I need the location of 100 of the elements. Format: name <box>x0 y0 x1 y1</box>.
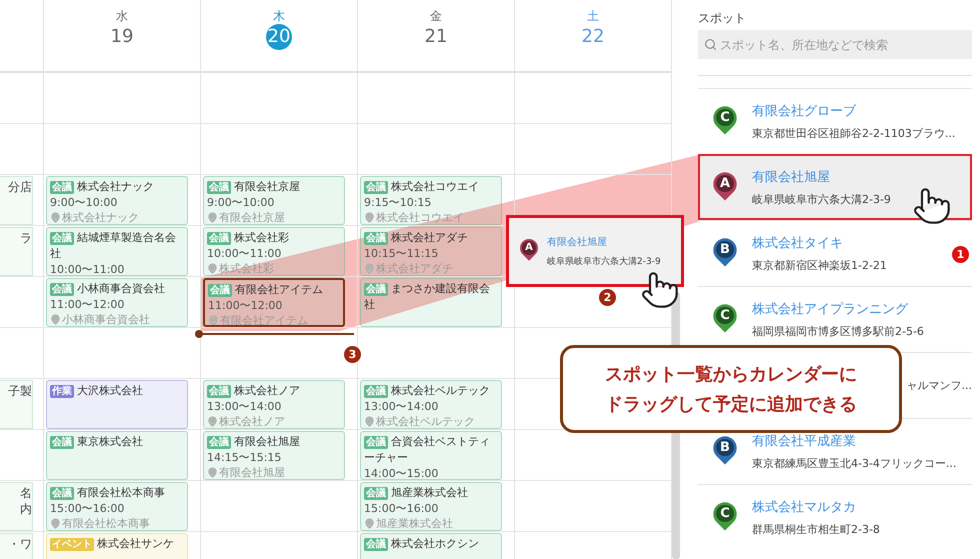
event-tag: 会議 <box>364 232 388 245</box>
event-location: 小林商事合資会社 <box>50 312 184 326</box>
event-location: 株式会社ベルテック <box>364 414 498 428</box>
weekday-label: 木 <box>273 8 285 24</box>
search-icon <box>704 38 717 51</box>
event-tag: 会議 <box>50 436 74 449</box>
map-pin-icon <box>207 416 218 427</box>
event-title: 会議 有限会社旭屋 <box>207 434 301 450</box>
event-time: 10:00〜11:00 <box>207 246 282 261</box>
map-pin-icon <box>207 467 218 478</box>
calendar-event[interactable]: イベント 株式会社サンケ <box>46 533 188 559</box>
map-pin-icon <box>207 263 218 274</box>
calendar-event[interactable]: 会議 有限会社旭屋 14:15〜15:15 有限会社旭屋 <box>203 431 345 480</box>
spot-address: 東京都世田谷区祖師谷2-2-1103ブラウ... <box>752 126 956 141</box>
event-tag: 会議 <box>207 181 231 194</box>
event-time: 11:00〜12:00 <box>208 298 284 313</box>
event-title: 会議 株式会社ノア <box>207 383 301 399</box>
event-tag: 会議 <box>364 436 388 449</box>
event-tag: 会議 <box>50 232 74 245</box>
map-pin-icon <box>364 416 375 427</box>
calendar-event[interactable]: 名 内 <box>0 482 33 531</box>
event-tag: 会議 <box>364 283 388 296</box>
calendar-event[interactable]: 会議 まつさか建設有限会社 <box>360 278 502 327</box>
calendar-event[interactable]: ラ <box>0 227 33 276</box>
date-number[interactable]: 19 <box>109 24 135 50</box>
calendar-event[interactable]: 会議 有限会社京屋 9:00〜10:00 有限会社京屋 <box>203 176 345 225</box>
event-tag: 会議 <box>50 283 74 296</box>
step-number: 3 <box>344 346 361 363</box>
calendar-event[interactable]: 会議 株式会社ナック 9:00〜10:00 株式会社ナック <box>46 176 188 225</box>
calendar-event[interactable]: 子製 <box>0 380 33 429</box>
event-title: 会議 有限会社松本商事 <box>50 485 166 501</box>
event-title: 会議 合資会社ベストティーチャー <box>364 434 491 466</box>
sidebar-title: スポット <box>698 10 747 27</box>
event-tag: 会議 <box>208 284 232 297</box>
event-title: 会議 株式会社彩 <box>207 230 290 246</box>
event-tag: 会議 <box>364 487 388 500</box>
calendar-event[interactable]: 分店 <box>0 176 33 225</box>
weekday-label: 水 <box>116 8 128 24</box>
event-title: 会議 東京株式会社 <box>50 434 144 450</box>
event-title: 会議 結城煙草製造合名会社 <box>50 230 177 262</box>
event-location: 株式会社アダチ <box>364 261 498 275</box>
map-pin-icon <box>364 263 375 274</box>
spot-item[interactable]: A 有限会社旭屋 岐阜県岐阜市六条大溝2-3-9 <box>698 154 972 220</box>
event-tag: イベント <box>50 538 94 551</box>
callout-text: ドラッグして予定に追加できる <box>605 393 857 416</box>
weekday-label: 土 <box>587 8 599 24</box>
event-location: 有限会社松本商事 <box>50 516 184 530</box>
event-time: 10:15〜11:15 <box>364 246 440 261</box>
event-time: 9:00〜10:00 <box>207 195 276 210</box>
calendar-event[interactable]: 会議 合資会社ベストティーチャー 14:00〜15:00 <box>360 431 502 480</box>
callout-text: スポット一覧からカレンダーに <box>605 363 857 386</box>
event-time: 9:15〜10:15 <box>364 195 432 210</box>
map-pin-icon <box>364 212 375 223</box>
calendar-event[interactable]: 作業 大沢株式会社 <box>46 380 188 429</box>
event-tag: 会議 <box>207 385 231 398</box>
calendar-event[interactable]: 会議 有限会社松本商事 15:00〜16:00 有限会社松本商事 <box>46 482 188 531</box>
map-pin-icon <box>364 518 375 529</box>
calendar-event[interactable]: 会議 東京株式会社 <box>46 431 188 480</box>
spot-address: 東京都練馬区豊玉北4-3-4フリックコー... <box>752 456 956 471</box>
calendar-event[interactable]: 会議 株式会社ベルテック 13:00〜14:00 株式会社ベルテック <box>360 380 502 429</box>
event-tag: 会議 <box>50 487 74 500</box>
event-title: 会議 株式会社ナック <box>50 179 155 195</box>
event-title: 会議 有限会社アイテム <box>208 282 324 298</box>
spot-address: 東京都新宿区神楽坂1-2-21 <box>752 258 887 273</box>
event-title: イベント 株式会社サンケ <box>50 536 175 552</box>
calendar-event[interactable]: ・ワ <box>0 533 33 559</box>
event-title: 会議 小林商事合資会社 <box>50 281 166 297</box>
event-title: 会議 株式会社ホクシン <box>364 536 480 552</box>
event-tag: 会議 <box>207 232 231 245</box>
event-title: 会議 まつさか建設有限会社 <box>364 281 491 313</box>
event-title: 会議 旭産業株式会社 <box>364 485 469 501</box>
calendar-event[interactable]: 会議 株式会社アダチ 10:15〜11:15 株式会社アダチ <box>360 227 502 276</box>
event-title: 会議 有限会社京屋 <box>207 179 301 195</box>
event-tag: 会議 <box>364 538 388 551</box>
map-pin-icon <box>50 518 61 529</box>
event-time: 10:00〜11:00 <box>50 262 126 275</box>
event-tag: 作業 <box>50 385 74 398</box>
spot-address: 群馬県桐生市相生町2-3-8 <box>752 522 880 537</box>
calendar-event[interactable]: 会議 小林商事合資会社 11:00〜12:00 小林商事合資会社 <box>46 278 188 327</box>
event-tag: 会議 <box>50 181 74 194</box>
date-number[interactable]: 21 <box>423 24 449 50</box>
event-tag: 会議 <box>364 181 388 194</box>
calendar-event[interactable]: 会議 旭産業株式会社 15:00〜16:00 旭産業株式会社 <box>360 482 502 531</box>
event-title: 作業 大沢株式会社 <box>50 383 144 399</box>
map-pin-icon <box>207 212 218 223</box>
calendar-event[interactable]: 会議 結城煙草製造合名会社 10:00〜11:00 <box>46 227 188 276</box>
search-field[interactable]: スポット名、所在地などで検索 <box>698 30 972 59</box>
event-time: 13:00〜14:00 <box>364 399 440 414</box>
event-location: 株式会社ノア <box>207 414 341 428</box>
map-pin-icon <box>208 315 219 325</box>
event-location: 株式会社ナック <box>50 210 184 224</box>
map-pin-icon <box>50 212 61 223</box>
dragged-spot-card[interactable]: A 有限会社旭屋 岐阜県岐阜市六条大溝2-3-9 <box>506 215 684 287</box>
event-time: 15:00〜16:00 <box>364 501 440 516</box>
calendar-event[interactable]: 会議 株式会社ノア 13:00〜14:00 株式会社ノア <box>203 380 345 429</box>
event-tag: 会議 <box>364 385 388 398</box>
spot-address: ャルマンフ... <box>906 378 972 393</box>
event-time: 14:15〜15:15 <box>207 450 282 465</box>
event-title: 会議 株式会社ベルテック <box>364 383 491 399</box>
calendar-event[interactable]: 会議 株式会社ホクシン <box>360 533 502 559</box>
